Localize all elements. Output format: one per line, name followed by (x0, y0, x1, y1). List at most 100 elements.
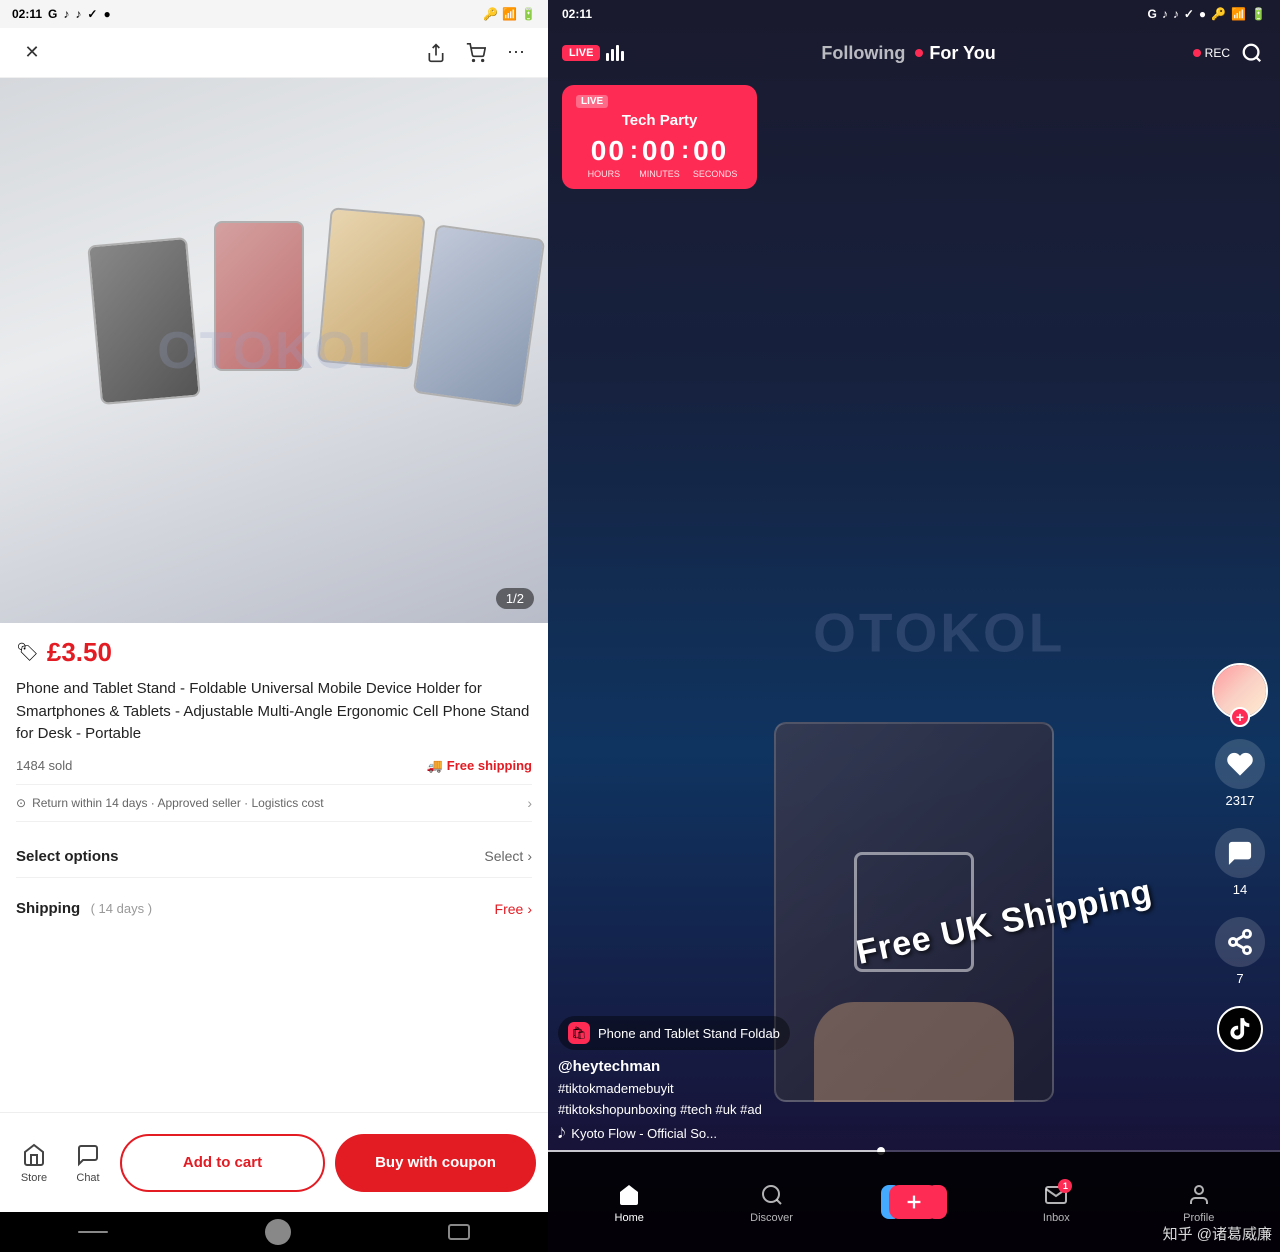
key-icon: 🔑 (483, 7, 498, 21)
comment-button[interactable] (1215, 828, 1265, 878)
battery-icon-r: 🔋 (1251, 7, 1266, 21)
tiktok-icon-r1: ♪ (1162, 7, 1168, 21)
live-bar-2 (611, 49, 614, 61)
store-nav-item[interactable]: Store (12, 1141, 56, 1184)
avatar-container[interactable]: + (1212, 663, 1268, 719)
search-button[interactable] (1238, 39, 1266, 67)
tiktok-nav-profile[interactable]: Profile (1169, 1181, 1229, 1224)
cart-button[interactable] (460, 37, 492, 69)
music-title: Kyoto Flow - Official So... (571, 1126, 717, 1141)
countdown-colon-2: : (681, 137, 689, 165)
share-button-group: 7 (1215, 917, 1265, 986)
google-icon: G (48, 7, 57, 21)
discover-icon (758, 1181, 786, 1209)
wifi-icon-r: 📶 (1231, 7, 1246, 21)
tiktok-nav-home[interactable]: Home (599, 1181, 659, 1224)
select-action[interactable]: Select › (484, 848, 532, 864)
tech-party-live-badge: LIVE (576, 95, 608, 108)
return-row[interactable]: ⊙ Return within 14 days · Approved selle… (16, 784, 532, 822)
shipping-icon: 🚚 (427, 758, 443, 774)
live-bar-3 (616, 45, 619, 61)
music-row: 𝅘𝅥𝅮 Kyoto Flow - Official So... (558, 1125, 1200, 1142)
stand-pink (214, 221, 304, 371)
tiktok-nav-add[interactable] (884, 1185, 944, 1219)
tiktok-nav-discover[interactable]: Discover (742, 1181, 802, 1224)
share-button[interactable] (420, 37, 452, 69)
minutes-label: MINUTES (632, 169, 688, 179)
follow-plus-button[interactable]: + (1230, 707, 1250, 727)
shop-icon: 🛍 (568, 1022, 590, 1044)
stand-gold (317, 207, 425, 370)
chat-nav-item[interactable]: Chat (66, 1141, 110, 1184)
tech-party-countdown: 00 : 00 : 00 (576, 135, 743, 167)
zhihu-watermark: 知乎 @诸葛威廉 (1163, 1223, 1272, 1244)
tiktok-nav-center: Following For You (821, 43, 995, 64)
left-panel: 02:11 G ♪ ♪ ✓ ● 🔑 📶 🔋 ✕ (0, 0, 548, 1252)
close-button[interactable]: ✕ (16, 37, 48, 69)
chat-icon (74, 1141, 102, 1169)
android-home-btn[interactable] (265, 1219, 291, 1245)
tiktok-nav-inbox[interactable]: 1 Inbox (1026, 1181, 1086, 1224)
more-button[interactable]: ⋯ (500, 37, 532, 69)
add-to-cart-button[interactable]: Add to cart (120, 1134, 325, 1192)
wifi-icon: 📶 (502, 7, 517, 21)
bottom-action-bar: Store Chat Add to cart Buy with coupon (0, 1112, 548, 1212)
stand-gray (87, 236, 201, 404)
live-bar-1 (606, 53, 609, 61)
price-tag-icon: 🏷 (16, 642, 39, 663)
rec-dot (1193, 49, 1201, 57)
tiktok-icon-circle (1217, 1006, 1263, 1052)
dot-icon-r: ● (1199, 7, 1206, 21)
countdown-colon-1: : (630, 137, 638, 165)
price-row: 🏷 £3.50 (16, 637, 532, 668)
like-count: 2317 (1226, 793, 1255, 808)
hours-label: HOURS (576, 169, 632, 179)
tech-party-live-row: LIVE (576, 95, 743, 108)
shipping-row[interactable]: Shipping ( 14 days ) Free › (16, 888, 532, 930)
product-image-container: OTOKOL 1/2 (0, 78, 548, 623)
time-left: 02:11 (12, 7, 42, 21)
select-options-label: Select options (16, 848, 119, 865)
share-count: 7 (1236, 971, 1243, 986)
inbox-badge-count: 1 (1058, 1179, 1072, 1193)
stand-blue (413, 224, 546, 408)
hashtags: #tiktokmademebuyit #tiktokshopunboxing #… (558, 1079, 1200, 1121)
android-nav-left (0, 1212, 548, 1252)
shipping-label: Shipping (16, 900, 80, 917)
select-options-row[interactable]: Select options Select › (16, 836, 532, 878)
key-icon-r: 🔑 (1211, 7, 1226, 21)
following-dot (915, 49, 923, 57)
countdown-hours: 00 (591, 135, 626, 167)
tech-party-card[interactable]: LIVE Tech Party 00 : 00 : 00 HOURS MINUT… (562, 85, 757, 189)
live-badge: LIVE (562, 45, 600, 61)
buy-with-coupon-button[interactable]: Buy with coupon (335, 1134, 536, 1192)
tiktok-icon-2: ♪ (75, 7, 81, 21)
circle-check-icon: ⊙ (16, 796, 26, 810)
creator-handle[interactable]: @heytechman (558, 1058, 1200, 1075)
like-button-group: 2317 (1215, 739, 1265, 808)
product-shop-row[interactable]: 🛍 Phone and Tablet Stand Foldab (558, 1016, 790, 1050)
shipping-label-group: Shipping ( 14 days ) (16, 900, 152, 918)
add-video-button[interactable] (889, 1185, 939, 1219)
like-button[interactable] (1215, 739, 1265, 789)
following-tab[interactable]: Following (821, 43, 905, 64)
chevron-right-icon: › (527, 848, 532, 864)
free-shipping-badge: 🚚 Free shipping (427, 758, 532, 774)
inbox-icon-container: 1 (1042, 1181, 1070, 1209)
android-back-indicator (78, 1231, 108, 1233)
return-arrow-icon: › (527, 795, 532, 811)
android-recents-btn[interactable] (448, 1224, 470, 1240)
product-price: £3.50 (47, 637, 112, 668)
store-icon (20, 1141, 48, 1169)
tiktok-top-nav: LIVE Following For You REC (548, 28, 1280, 78)
discover-label: Discover (750, 1212, 793, 1224)
profile-label: Profile (1183, 1212, 1214, 1224)
dot-icon: ● (103, 7, 110, 21)
image-counter: 1/2 (496, 588, 534, 609)
share-button-right[interactable] (1215, 917, 1265, 967)
product-details: 🏷 £3.50 Phone and Tablet Stand - Foldabl… (0, 623, 548, 1112)
time-right: 02:11 (562, 7, 592, 21)
home-icon (615, 1181, 643, 1209)
tiktok-nav-left: LIVE (562, 45, 624, 61)
for-you-tab[interactable]: For You (929, 43, 995, 64)
